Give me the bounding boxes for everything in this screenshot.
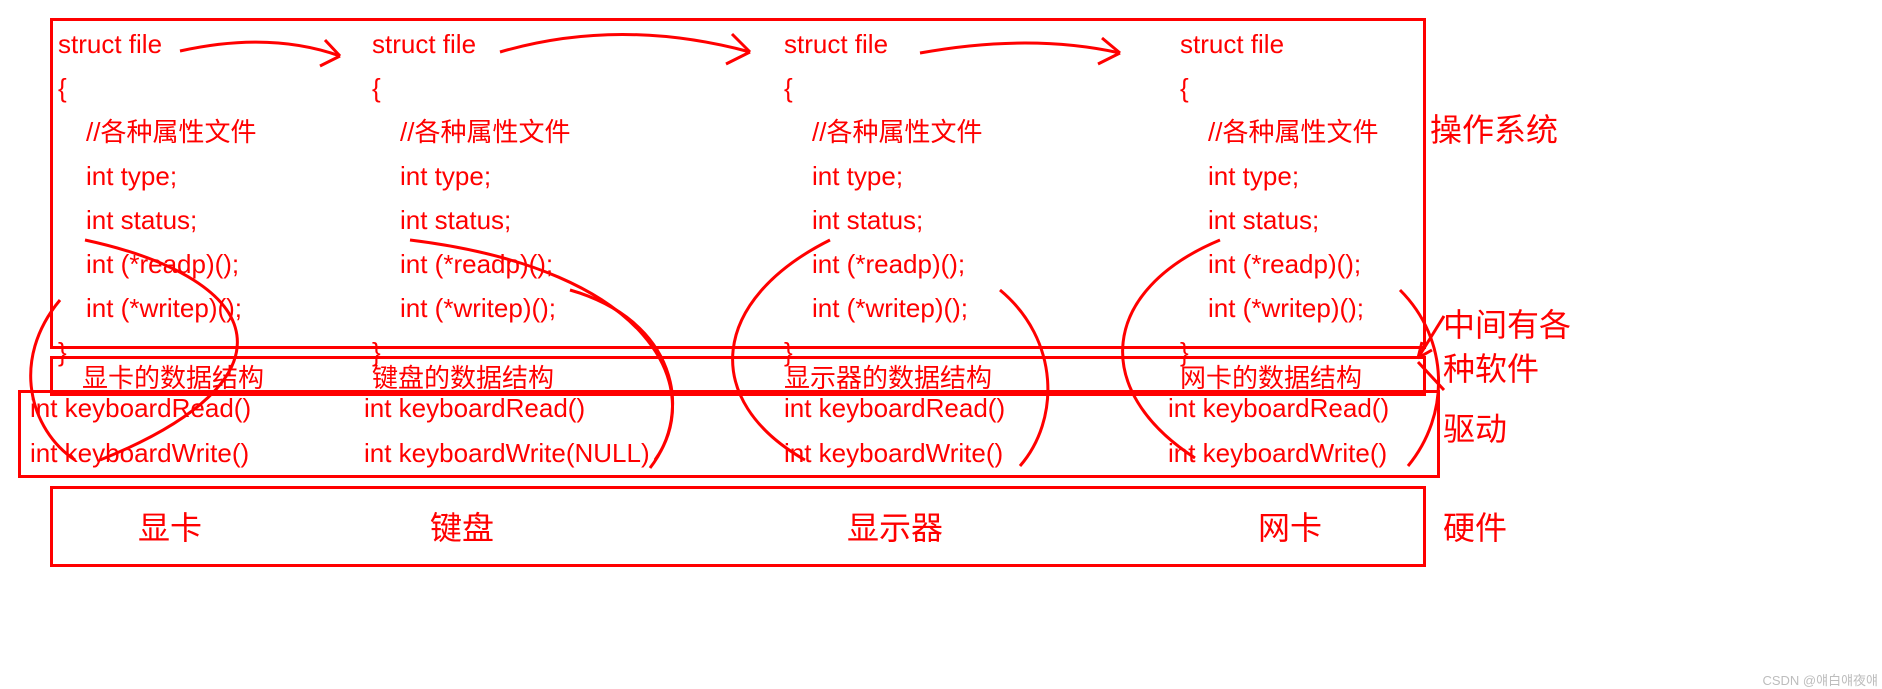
- struct-open: {: [1180, 66, 1378, 110]
- struct-line: int status;: [784, 198, 982, 242]
- struct-comment: //各种属性文件: [1180, 110, 1378, 154]
- data-struct-label-0: 显卡的数据结构: [82, 358, 264, 395]
- struct-line: int (*readp)();: [372, 242, 570, 286]
- struct-file-1: struct file { //各种属性文件 int type; int sta…: [372, 22, 570, 374]
- struct-line: int type;: [372, 154, 570, 198]
- struct-line: int (*writep)();: [784, 286, 982, 330]
- struct-file-0: struct file { //各种属性文件 int type; int sta…: [58, 22, 256, 374]
- struct-comment: //各种属性文件: [784, 110, 982, 154]
- struct-open: {: [784, 66, 982, 110]
- driver-fn-write-3: int keyboardWrite(): [1168, 438, 1387, 469]
- struct-header: struct file: [372, 22, 570, 66]
- struct-open: {: [58, 66, 256, 110]
- side-label-os: 操作系统: [1430, 105, 1558, 151]
- struct-comment: //各种属性文件: [372, 110, 570, 154]
- watermark: CSDN @얘白얘夜얘: [1762, 670, 1878, 689]
- hardware-label-0: 显卡: [110, 503, 230, 549]
- hardware-box: [50, 486, 1426, 567]
- driver-fn-write-0: int keyboardWrite(): [30, 438, 249, 469]
- struct-comment: //各种属性文件: [58, 110, 256, 154]
- driver-fn-write-1: int keyboardWrite(NULL): [364, 438, 650, 469]
- struct-line: int (*readp)();: [58, 242, 256, 286]
- struct-file-3: struct file { //各种属性文件 int type; int sta…: [1180, 22, 1378, 374]
- side-label-middle-2: 种软件: [1443, 344, 1539, 390]
- struct-line: int (*writep)();: [1180, 286, 1378, 330]
- side-label-hardware: 硬件: [1443, 503, 1507, 549]
- data-struct-label-1: 键盘的数据结构: [372, 358, 554, 395]
- struct-line: int status;: [1180, 198, 1378, 242]
- data-struct-label-3: 网卡的数据结构: [1180, 358, 1362, 395]
- driver-fn-read-1: int keyboardRead(): [364, 393, 585, 424]
- hardware-label-1: 键盘: [402, 503, 522, 549]
- struct-line: int (*writep)();: [58, 286, 256, 330]
- struct-line: int status;: [372, 198, 570, 242]
- struct-file-2: struct file { //各种属性文件 int type; int sta…: [784, 22, 982, 374]
- driver-fn-read-2: int keyboardRead(): [784, 393, 1005, 424]
- struct-line: int type;: [784, 154, 982, 198]
- struct-open: {: [372, 66, 570, 110]
- struct-header: struct file: [1180, 22, 1378, 66]
- struct-header: struct file: [58, 22, 256, 66]
- struct-line: int (*readp)();: [1180, 242, 1378, 286]
- side-label-middle-1: 中间有各: [1443, 300, 1571, 346]
- hardware-label-3: 网卡: [1230, 503, 1350, 549]
- struct-line: int (*readp)();: [784, 242, 982, 286]
- struct-line: int type;: [58, 154, 256, 198]
- struct-line: int (*writep)();: [372, 286, 570, 330]
- driver-fn-read-0: int keyboardRead(): [30, 393, 251, 424]
- struct-line: int type;: [1180, 154, 1378, 198]
- driver-fn-write-2: int keyboardWrite(): [784, 438, 1003, 469]
- data-struct-label-2: 显示器的数据结构: [784, 358, 992, 395]
- struct-header: struct file: [784, 22, 982, 66]
- struct-line: int status;: [58, 198, 256, 242]
- driver-fn-read-3: int keyboardRead(): [1168, 393, 1389, 424]
- side-label-driver: 驱动: [1443, 404, 1507, 450]
- hardware-label-2: 显示器: [820, 503, 970, 549]
